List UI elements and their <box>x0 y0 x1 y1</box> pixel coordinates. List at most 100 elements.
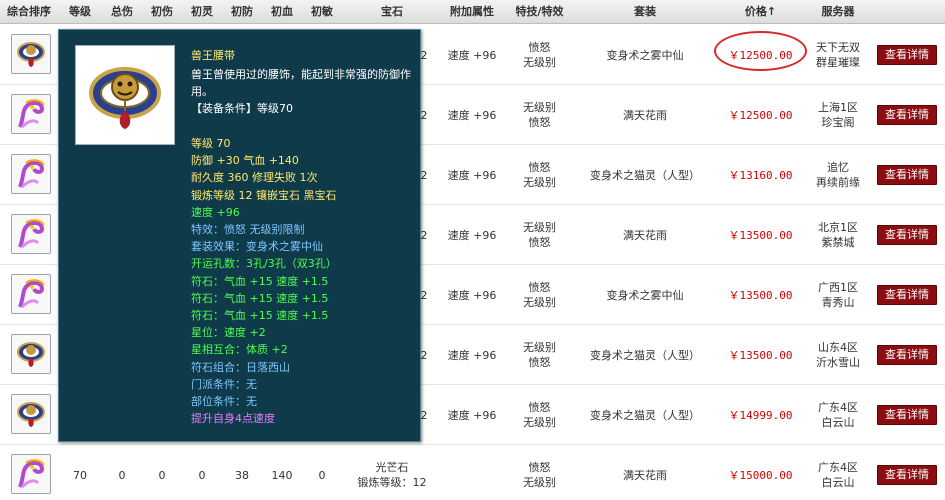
server-text: 白云山 <box>821 416 855 429</box>
belt-icon[interactable] <box>11 34 51 74</box>
extra-attribute-text: 速度 +96 <box>447 48 497 62</box>
skill-text: 愤怒 <box>528 116 551 129</box>
item-description: 兽王曾使用过的腰饰，能起到非常强的防御作用。 <box>191 68 411 98</box>
gem-tail-text: 2 <box>420 288 428 302</box>
column-header-12[interactable]: 价格↑ <box>713 0 808 24</box>
server-text: 北京1区 <box>818 221 858 234</box>
extra-attribute-text: 速度 +96 <box>447 288 497 302</box>
belt-icon[interactable] <box>11 334 51 374</box>
suit: 变身术之猫灵（人型） <box>577 145 713 205</box>
column-header-label: 套装 <box>634 5 656 18</box>
suit: 变身术之雾中仙 <box>577 25 713 85</box>
view-details-button[interactable]: 查看详情 <box>877 45 937 65</box>
suit: 变身术之猫灵（人型） <box>577 325 713 385</box>
init-agility: 0 <box>302 445 342 500</box>
extra-attribute-text: 速度 +96 <box>447 108 497 122</box>
price-text: ￥14999.00 <box>728 408 793 422</box>
server: 上海1区 珍宝阁 <box>808 85 868 145</box>
attribute-line: 符石：气血 +15 速度 +1.5 <box>191 309 329 323</box>
suit-text: 变身术之猫灵（人型） <box>590 408 700 422</box>
server-text: 群星璀璨 <box>816 56 860 69</box>
suit-text: 满天花雨 <box>623 228 667 242</box>
attribute-line: 符石：气血 +15 速度 +1.5 <box>191 291 329 305</box>
suit: 满天花雨 <box>577 85 713 145</box>
skill-text: 愤怒 <box>528 41 551 54</box>
init-hp: 140 <box>262 445 302 500</box>
attribute-line: 符石：气血 +15 速度 +1.5 <box>191 274 329 288</box>
server-text: 广东4区 <box>818 461 858 474</box>
attribute-line: 星位：速度 +2 <box>191 326 266 340</box>
belt-icon[interactable] <box>11 394 51 434</box>
init-damage-text: 0 <box>158 468 166 482</box>
level-text: 70 <box>73 468 87 482</box>
ribbon-icon[interactable] <box>11 274 51 314</box>
init-spirit: 0 <box>182 445 222 500</box>
column-header-label: 特技/特效 <box>515 5 564 18</box>
view-details-button[interactable]: 查看详情 <box>877 465 937 485</box>
total-damage: 0 <box>102 445 142 500</box>
view-details-button[interactable]: 查看详情 <box>877 225 937 245</box>
attribute-line: 部位条件：无 <box>191 395 257 409</box>
column-header-label: 附加属性 <box>450 5 494 18</box>
server: 广西1区 青秀山 <box>808 265 868 325</box>
gem-tail-text: 2 <box>420 48 428 62</box>
column-header-8: 宝石 <box>342 0 442 24</box>
view-details-button[interactable]: 查看详情 <box>877 165 937 185</box>
price: ￥13500.00 <box>713 265 808 325</box>
skill: 愤怒 无级别 <box>502 25 577 85</box>
gem-tail-text: 2 <box>420 168 428 182</box>
suit: 满天花雨 <box>577 445 713 500</box>
init-hp-text: 140 <box>271 468 293 482</box>
belt-image <box>75 45 175 145</box>
column-header-0[interactable]: 综合排序 <box>0 0 58 24</box>
attribute-line: 速度 +96 <box>191 205 240 219</box>
suit-text: 变身术之猫灵（人型） <box>590 348 700 362</box>
item-requirement: 【装备条件】等级70 <box>191 102 293 115</box>
init-defense-text: 38 <box>235 468 249 482</box>
ribbon-icon[interactable] <box>11 94 51 134</box>
gem-tail-text: 2 <box>420 348 428 362</box>
item-attributes: 等级 70 防御 +30 气血 +140 耐久度 360 修理失败 1次 锻炼等级 1… <box>191 135 337 427</box>
view-details-button[interactable]: 查看详情 <box>877 345 937 365</box>
price: ￥13500.00 <box>713 205 808 265</box>
column-header-label: 服务器 <box>821 5 855 18</box>
suit-text: 变身术之雾中仙 <box>606 288 684 302</box>
gem-tail-text: 2 <box>420 408 428 422</box>
gem-tail-text: 2 <box>420 228 428 242</box>
suit-text: 满天花雨 <box>623 108 667 122</box>
attribute-line: 开运孔数：3孔/3孔（双3孔） <box>191 257 337 271</box>
init-damage: 0 <box>142 445 182 500</box>
extra-attribute: 速度 +96 <box>442 85 502 145</box>
extra-attribute-text: 速度 +96 <box>447 408 497 422</box>
view-details-button[interactable]: 查看详情 <box>877 405 937 425</box>
init-agility-text: 0 <box>318 468 326 482</box>
server-text: 沂水雪山 <box>816 356 860 369</box>
ribbon-icon[interactable] <box>11 154 51 194</box>
view-details-button[interactable]: 查看详情 <box>877 285 937 305</box>
column-header-label: 等级 <box>69 5 91 18</box>
extra-attribute: 速度 +96 <box>442 145 502 205</box>
skill-text: 无级别 <box>523 56 556 69</box>
price-text: ￥13500.00 <box>728 348 793 362</box>
skill-text: 无级别 <box>523 176 556 189</box>
price-text: ￥13160.00 <box>728 168 793 182</box>
server-text: 天下无双 <box>816 41 860 54</box>
server-text: 追忆 <box>827 161 849 174</box>
ribbon-icon[interactable] <box>11 454 51 494</box>
item-name: 兽王腰带 <box>191 49 235 62</box>
view-details-button[interactable]: 查看详情 <box>877 105 937 125</box>
column-header-1: 等级 <box>58 0 102 24</box>
server-text: 广西1区 <box>818 281 858 294</box>
skill-text: 无级别 <box>523 221 556 234</box>
table-row: 70 0 0 0 38 140 0 光芒石 锻炼等级：12 愤怒 无级别 满天花雨 ￥15000.00 广… <box>0 445 945 500</box>
ribbon-icon[interactable] <box>11 214 51 254</box>
skill-text: 愤怒 <box>528 161 551 174</box>
gem-tail-text: 2 <box>420 108 428 122</box>
sort-arrow-icon[interactable]: ↑ <box>767 5 776 18</box>
column-header-label: 价格 <box>744 5 767 18</box>
column-header-6: 初血 <box>262 0 302 24</box>
skill-text: 无级别 <box>523 101 556 114</box>
server-text: 再续前缘 <box>816 176 860 189</box>
extra-attribute: 速度 +96 <box>442 265 502 325</box>
init-spirit-text: 0 <box>198 468 206 482</box>
